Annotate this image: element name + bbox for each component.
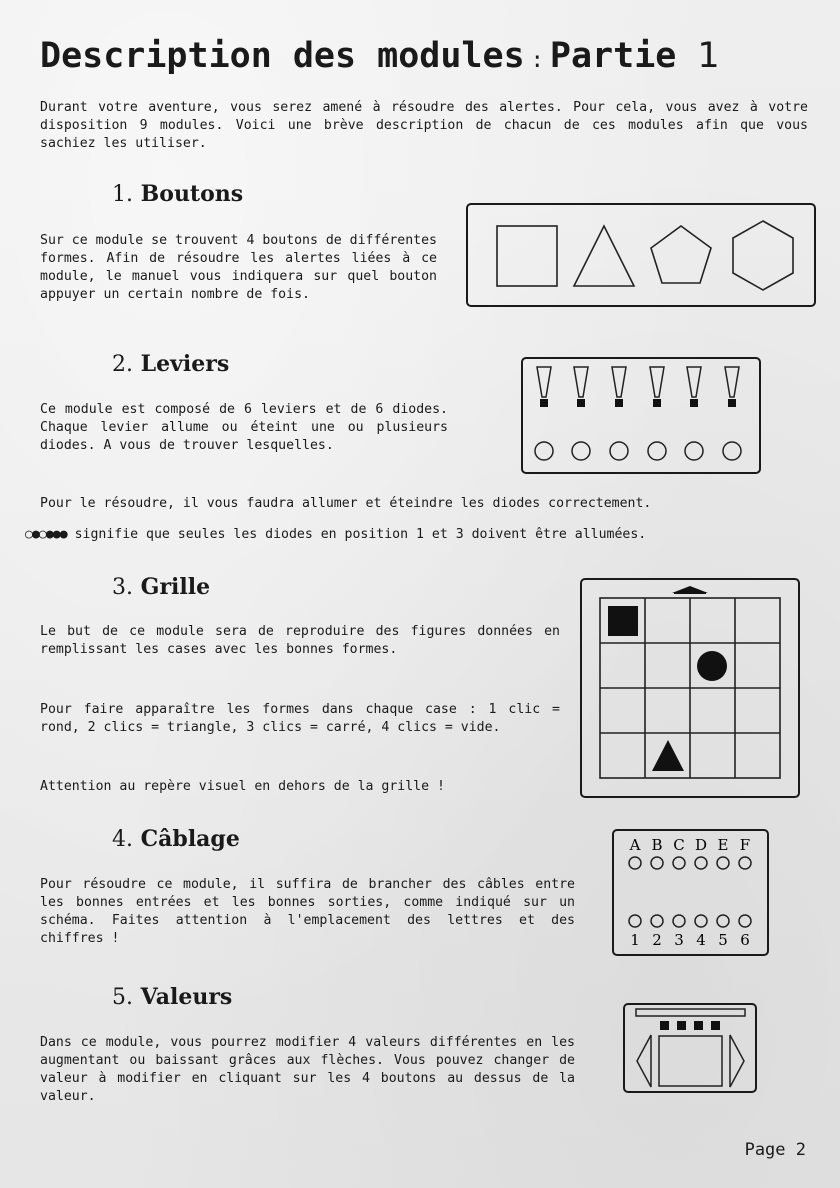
triangle-shape-icon: [652, 740, 684, 771]
lever-icon: [724, 366, 740, 407]
lever-icon: [573, 366, 589, 407]
lever-icon: [536, 366, 552, 407]
grille-description-3: Attention au repère visuel en dehors de …: [40, 779, 445, 794]
input-socket-icon: [650, 856, 664, 870]
input-letter-f: F: [740, 836, 750, 854]
section-heading-cablage: 4. Câblage: [112, 826, 240, 852]
diode-icon: [534, 441, 554, 461]
value-display-bar: [635, 1008, 746, 1017]
grille-description-2: Pour faire apparaître les formes dans ch…: [40, 702, 560, 735]
leviers-example: ○●○●●● signifie que seules les diodes en…: [25, 527, 646, 542]
diode-state-symbols: ○●○●●●: [25, 527, 68, 542]
section-title: Câblage: [140, 826, 240, 852]
section-title: Boutons: [140, 181, 244, 207]
leviers-note: Pour le résoudre, il vous faudra allumer…: [40, 496, 652, 511]
section-title: Grille: [140, 574, 211, 600]
output-number-4: 4: [696, 931, 706, 949]
circle-shape-icon: [697, 651, 727, 681]
input-socket-icon: [672, 856, 686, 870]
section-title: Leviers: [140, 351, 230, 377]
section-heading-grille: 3. Grille: [112, 574, 210, 600]
output-socket-icon: [694, 914, 708, 928]
square-button-icon: [496, 225, 558, 287]
input-socket-icon: [716, 856, 730, 870]
lever-icon: [686, 366, 702, 407]
pentagon-button-icon: [650, 225, 712, 284]
cablage-description: Pour résoudre ce module, il suffira de b…: [40, 877, 575, 946]
cablage-module-illustration: A B C D E F 1 2 3 4 5 6: [612, 829, 769, 956]
output-number-3: 3: [674, 931, 684, 949]
triangle-button-icon: [572, 224, 636, 287]
hexagon-button-icon: [732, 220, 794, 291]
input-socket-icon: [628, 856, 642, 870]
title-separator: :: [530, 48, 544, 73]
arrow-left-icon: [636, 1034, 652, 1088]
output-socket-icon: [672, 914, 686, 928]
section-number: 4.: [112, 827, 133, 852]
value-screen: [658, 1035, 723, 1087]
output-number-2: 2: [652, 931, 662, 949]
section-heading-leviers: 2. Leviers: [112, 351, 229, 377]
selector-button-icon: [711, 1021, 720, 1030]
valeurs-module-illustration: [623, 1003, 757, 1093]
lever-icon: [611, 366, 627, 407]
arrow-right-icon: [729, 1034, 745, 1088]
diode-icon: [571, 441, 591, 461]
boutons-module-illustration: [466, 203, 816, 307]
title-part-word: Partie: [549, 36, 677, 76]
boutons-description: Sur ce module se trouvent 4 boutons de d…: [40, 233, 437, 302]
section-number: 3.: [112, 575, 133, 600]
output-socket-icon: [628, 914, 642, 928]
leviers-module-illustration: [521, 357, 761, 474]
input-letter-d: D: [695, 836, 707, 854]
intro-paragraph: Durant votre aventure, vous serez amené …: [40, 100, 808, 151]
section-title: Valeurs: [140, 984, 233, 1010]
output-number-6: 6: [740, 931, 750, 949]
orientation-marker-icon: [672, 586, 708, 593]
output-socket-icon: [650, 914, 664, 928]
grille-module-illustration: [580, 578, 800, 798]
input-letter-e: E: [718, 836, 729, 854]
selector-button-icon: [660, 1021, 669, 1030]
selector-button-icon: [677, 1021, 686, 1030]
diode-icon: [609, 441, 629, 461]
input-socket-icon: [738, 856, 752, 870]
lever-icon: [649, 366, 665, 407]
square-shape-icon: [608, 606, 638, 636]
input-letter-a: A: [629, 836, 641, 854]
grille-description-1: Le but de ce module sera de reproduire d…: [40, 624, 560, 657]
page-title: Description des modules: Partie 1: [40, 36, 720, 76]
section-heading-valeurs: 5. Valeurs: [112, 984, 232, 1010]
section-number: 5.: [112, 985, 133, 1010]
input-socket-icon: [694, 856, 708, 870]
valeurs-description: Dans ce module, vous pourrez modifier 4 …: [40, 1035, 575, 1104]
output-socket-icon: [716, 914, 730, 928]
leviers-example-text: signifie que seules les diodes en positi…: [74, 527, 647, 542]
diode-icon: [684, 441, 704, 461]
page-number: Page 2: [744, 1140, 806, 1160]
input-letter-b: B: [651, 836, 662, 854]
leviers-description: Ce module est composé de 6 leviers et de…: [40, 402, 448, 453]
section-number: 1.: [112, 182, 133, 207]
output-number-1: 1: [630, 931, 640, 949]
selector-button-icon: [694, 1021, 703, 1030]
diode-icon: [722, 441, 742, 461]
section-number: 2.: [112, 352, 133, 377]
output-socket-icon: [738, 914, 752, 928]
title-part-number: 1: [697, 36, 720, 76]
diode-icon: [647, 441, 667, 461]
title-main: Description des modules: [40, 36, 525, 76]
section-heading-boutons: 1. Boutons: [112, 181, 243, 207]
output-number-5: 5: [718, 931, 728, 949]
input-letter-c: C: [673, 836, 684, 854]
